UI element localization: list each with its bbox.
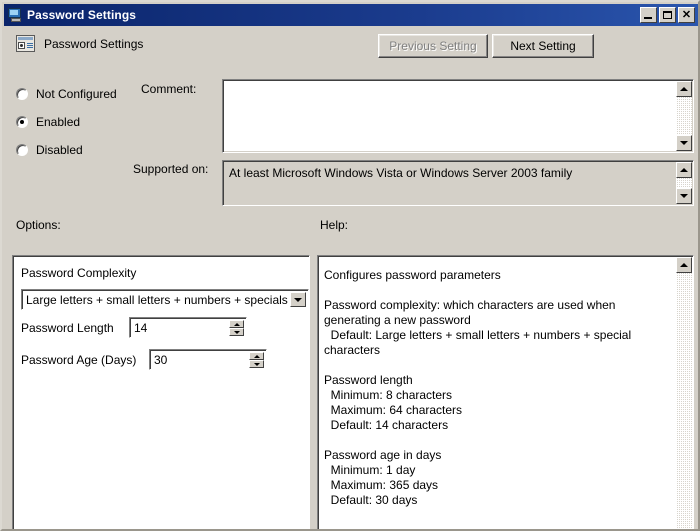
maximize-icon <box>663 11 672 19</box>
supported-on-scroll-up-button[interactable] <box>676 162 692 178</box>
policy-setting-icon <box>16 34 36 53</box>
password-complexity-label: Password Complexity <box>21 266 137 280</box>
password-age-label: Password Age (Days) <box>21 353 137 367</box>
next-setting-button[interactable]: Next Setting <box>492 34 594 58</box>
supported-on-box[interactable]: At least Microsoft Windows Vista or Wind… <box>222 160 694 206</box>
radio-mark-not-configured <box>16 88 28 100</box>
minimize-icon <box>644 17 652 19</box>
header-row: Password Settings Previous Setting Next … <box>4 28 698 64</box>
radio-not-configured[interactable]: Not Configured <box>16 86 117 102</box>
close-icon: ✕ <box>681 9 692 21</box>
radio-enabled[interactable]: Enabled <box>16 114 80 130</box>
radio-label-disabled: Disabled <box>36 143 83 157</box>
chevron-down-icon <box>294 298 302 302</box>
password-age-increment-button[interactable] <box>249 352 264 360</box>
triangle-up-icon <box>254 355 260 358</box>
supported-on-scrollbar[interactable] <box>676 162 692 204</box>
password-complexity-dropdown[interactable]: Large letters + small letters + numbers … <box>21 289 309 310</box>
help-scrollbar[interactable] <box>676 257 692 529</box>
triangle-up-icon <box>680 168 688 172</box>
triangle-up-icon <box>680 87 688 91</box>
help-panel: Configures password parameters Password … <box>317 255 694 529</box>
options-section-label: Options: <box>16 218 61 232</box>
password-length-increment-button[interactable] <box>229 320 244 328</box>
window-controls: ✕ <box>640 7 696 23</box>
close-button[interactable]: ✕ <box>678 7 695 23</box>
supported-on-value: At least Microsoft Windows Vista or Wind… <box>229 166 573 180</box>
password-age-decrement-button[interactable] <box>249 360 264 368</box>
comment-scrollbar[interactable] <box>676 81 692 151</box>
radio-label-not-configured: Not Configured <box>36 87 117 101</box>
password-complexity-value: Large letters + small letters + numbers … <box>26 293 288 307</box>
radio-mark-disabled <box>16 144 28 156</box>
comment-textarea[interactable] <box>222 79 694 153</box>
previous-setting-button[interactable]: Previous Setting <box>378 34 488 58</box>
radio-mark-enabled <box>16 116 28 128</box>
help-scroll-up-button[interactable] <box>676 257 692 273</box>
radio-disabled[interactable]: Disabled <box>16 142 83 158</box>
help-section-label: Help: <box>320 218 349 232</box>
triangle-down-icon <box>680 194 688 198</box>
password-age-value: 30 <box>154 353 168 367</box>
maximize-button[interactable] <box>659 7 676 23</box>
page-title: Password Settings <box>44 37 144 51</box>
password-length-value: 14 <box>134 321 148 335</box>
password-length-decrement-button[interactable] <box>229 328 244 336</box>
radio-label-enabled: Enabled <box>36 115 81 129</box>
supported-on-label: Supported on: <box>133 162 209 176</box>
help-text: Configures password parameters Password … <box>324 268 632 507</box>
comment-label: Comment: <box>141 82 197 96</box>
triangle-down-icon <box>680 141 688 145</box>
password-age-input[interactable]: 30 <box>149 349 267 370</box>
comment-scroll-down-button[interactable] <box>676 135 692 151</box>
triangle-up-icon <box>234 323 240 326</box>
triangle-up-icon <box>680 263 688 267</box>
triangle-down-icon <box>234 331 240 334</box>
password-settings-window: Password Settings ✕ Password Settings Pr… <box>0 0 700 531</box>
comment-scroll-up-button[interactable] <box>676 81 692 97</box>
title-bar[interactable]: Password Settings ✕ <box>4 4 698 26</box>
computer-monitor-icon <box>7 7 23 23</box>
minimize-button[interactable] <box>640 7 657 23</box>
password-length-label: Password Length <box>21 321 114 335</box>
password-length-stepper <box>229 320 244 336</box>
password-length-input[interactable]: 14 <box>129 317 247 338</box>
password-age-stepper <box>249 352 264 368</box>
triangle-down-icon <box>254 363 260 366</box>
password-complexity-dropdown-button[interactable] <box>290 292 306 307</box>
supported-on-scroll-down-button[interactable] <box>676 188 692 204</box>
options-panel: Password Complexity Large letters + smal… <box>12 255 310 529</box>
window-title: Password Settings <box>27 8 137 22</box>
